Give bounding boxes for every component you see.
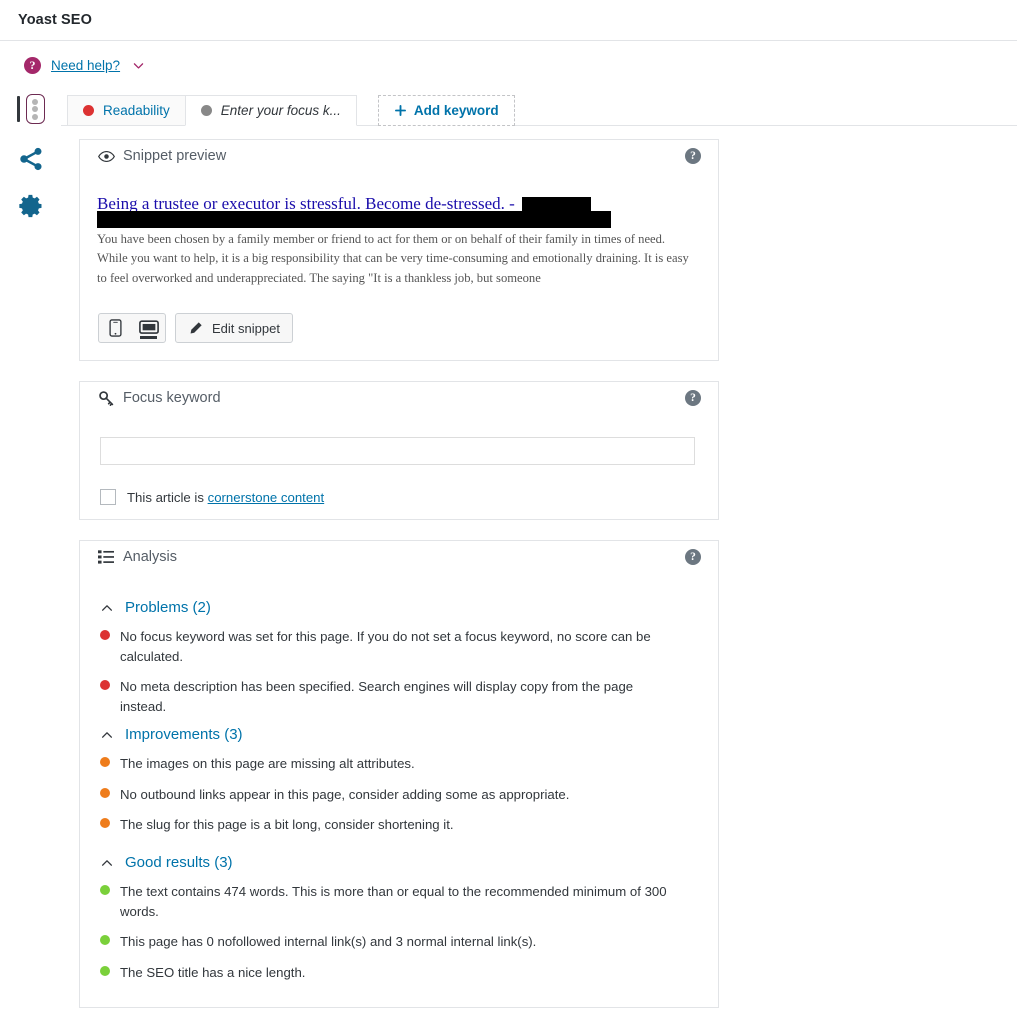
- focus-keyword-card: Focus keyword ? This article is cornerst…: [79, 381, 719, 520]
- analysis-heading: Analysis: [123, 549, 177, 565]
- analysis-group-improvements: Improvements (3) The images on this page…: [100, 726, 700, 835]
- analysis-help-icon[interactable]: ?: [685, 549, 701, 565]
- score-bullet-red: [100, 680, 110, 690]
- analysis-items: The images on this page are missing alt …: [100, 754, 700, 835]
- score-bullet-green: [100, 965, 110, 976]
- score-bullet-gray: [200, 105, 212, 116]
- sidebar-item-seo[interactable]: [0, 86, 61, 132]
- chevron-up-icon: [101, 731, 113, 738]
- score-bullet-red: [83, 105, 94, 116]
- analysis-item-text: The images on this page are missing alt …: [120, 756, 415, 771]
- chevron-down-icon[interactable]: [132, 59, 145, 72]
- tab-label: Readability: [103, 103, 170, 118]
- snippet-actions: Edit snippet: [98, 313, 293, 343]
- tab-label: Add keyword: [413, 103, 499, 118]
- focus-keyword-heading: Focus keyword: [123, 390, 221, 406]
- score-bullet-green: [100, 885, 110, 895]
- analysis-item-text: No meta description has been specified. …: [120, 679, 634, 714]
- analysis-item: No focus keyword was set for this page. …: [100, 627, 700, 666]
- tab-add-keyword[interactable]: Add keyword: [377, 95, 515, 126]
- analysis-item: No outbound links appear in this page, c…: [100, 785, 700, 805]
- analysis-group-title: Improvements (3): [125, 726, 243, 743]
- cornerstone-prefix: This article is: [127, 489, 208, 505]
- analysis-item: The slug for this page is a bit long, co…: [100, 815, 700, 835]
- analysis-card: Analysis ? Problems (2) No focus keyword…: [79, 540, 719, 1008]
- focus-card-header: Focus keyword ?: [80, 382, 718, 414]
- edit-snippet-label: Edit snippet: [212, 320, 280, 336]
- analysis-item-text: The text contains 474 words. This is mor…: [120, 884, 667, 919]
- snippet-help-icon[interactable]: ?: [685, 148, 701, 164]
- focus-keyword-help-icon[interactable]: ?: [685, 390, 701, 406]
- chevron-up-icon: [101, 859, 113, 866]
- edit-snippet-button[interactable]: Edit snippet: [175, 313, 293, 343]
- tab-focus-keyword[interactable]: Enter your focus k...: [184, 95, 357, 126]
- analysis-item-text: The slug for this page is a bit long, co…: [120, 817, 454, 832]
- analysis-card-header: Analysis ?: [80, 541, 718, 573]
- sidebar-rail: [0, 86, 61, 1016]
- analysis-item: The text contains 474 words. This is mor…: [100, 882, 700, 921]
- chevron-up-icon: [101, 604, 113, 611]
- analysis-group-header[interactable]: Good results (3): [100, 854, 700, 871]
- analysis-group-header[interactable]: Problems (2): [100, 599, 700, 616]
- device-preview-toggle[interactable]: [98, 313, 166, 343]
- sidebar-item-settings[interactable]: [0, 183, 61, 229]
- analysis-item: The images on this page are missing alt …: [100, 754, 700, 774]
- snippet-preview-card: Snippet preview ? Being a trustee or exe…: [79, 139, 719, 361]
- score-bullet-red: [100, 630, 110, 640]
- score-bullet-green: [100, 935, 110, 945]
- gear-icon: [18, 194, 41, 218]
- score-bullet-orange: [100, 818, 110, 828]
- analysis-item: No meta description has been specified. …: [100, 677, 700, 716]
- tab-label: Enter your focus k...: [220, 103, 341, 118]
- analysis-group-title: Good results (3): [125, 854, 233, 871]
- focus-keyword-input[interactable]: [100, 437, 695, 465]
- selected-indicator: [16, 96, 20, 122]
- need-help-link[interactable]: Need help?: [51, 58, 120, 73]
- analysis-items: No focus keyword was set for this page. …: [100, 627, 700, 716]
- pencil-icon: [190, 321, 202, 333]
- analysis-item-text: This page has 0 nofollowed internal link…: [120, 934, 537, 949]
- tab-readability[interactable]: Readability: [67, 95, 186, 126]
- analysis-group-header[interactable]: Improvements (3): [100, 726, 700, 743]
- analysis-item-text: The SEO title has a nice length.: [120, 964, 306, 980]
- help-circle-icon[interactable]: ?: [24, 56, 41, 74]
- cornerstone-label: This article is cornerstone content: [127, 490, 324, 505]
- keyword-tabs: Readability Enter your focus k... Add ke…: [67, 95, 515, 126]
- window-titlebar: Yoast SEO: [0, 0, 1017, 41]
- redacted-title-bar: [522, 196, 592, 212]
- need-help-row: ? Need help?: [24, 54, 145, 76]
- redacted-url-bar: [97, 211, 611, 228]
- seo-traffic-light-icon: [25, 94, 45, 124]
- analysis-group-title: Problems (2): [125, 599, 211, 616]
- cornerstone-link[interactable]: cornerstone content: [208, 490, 325, 505]
- key-icon: [98, 390, 116, 407]
- analysis-item-text: No outbound links appear in this page, c…: [120, 786, 570, 802]
- score-bullet-orange: [100, 757, 110, 767]
- analysis-group-good-results: Good results (3) The text contains 474 w…: [100, 854, 700, 982]
- list-icon: [98, 549, 116, 565]
- analysis-item-text: No focus keyword was set for this page. …: [120, 629, 651, 664]
- cornerstone-checkbox[interactable]: [100, 489, 116, 505]
- plus-icon: [394, 105, 406, 116]
- mobile-preview-icon[interactable]: [99, 314, 132, 342]
- score-bullet-orange: [100, 787, 110, 798]
- analysis-item: The SEO title has a nice length.: [100, 963, 700, 983]
- sidebar-item-social[interactable]: [0, 136, 61, 182]
- page-title: Yoast SEO: [18, 12, 92, 28]
- share-icon: [19, 147, 41, 171]
- cornerstone-row: This article is cornerstone content: [100, 489, 324, 505]
- snippet-description[interactable]: You have been chosen by a family member …: [97, 230, 691, 288]
- snippet-heading: Snippet preview: [123, 148, 227, 164]
- desktop-preview-icon[interactable]: [132, 314, 165, 342]
- analysis-items: The text contains 474 words. This is mor…: [100, 882, 700, 982]
- eye-icon: [98, 148, 116, 165]
- snippet-card-header: Snippet preview ?: [80, 140, 718, 172]
- analysis-group-problems: Problems (2) No focus keyword was set fo…: [100, 599, 700, 716]
- analysis-item: This page has 0 nofollowed internal link…: [100, 932, 700, 952]
